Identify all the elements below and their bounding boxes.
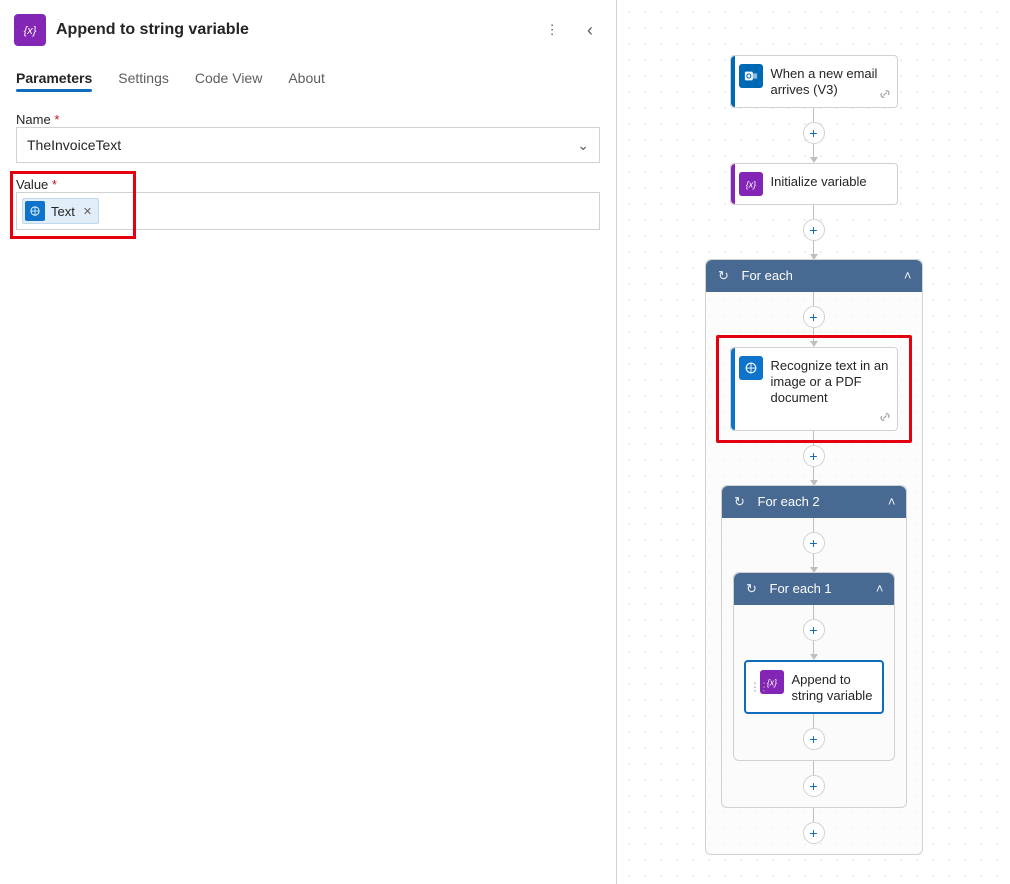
loop-icon: ↻ xyxy=(716,268,732,284)
value-input[interactable]: Text ✕ xyxy=(16,192,600,230)
node-recognize-text[interactable]: Recognize text in an image or a PDF docu… xyxy=(730,347,898,431)
name-select[interactable]: TheInvoiceText ⌄ xyxy=(16,127,600,163)
chevron-up-icon: ˄ xyxy=(888,494,896,509)
name-label: Name * xyxy=(16,112,600,127)
tab-about[interactable]: About xyxy=(288,60,325,98)
parameters-form: Name * TheInvoiceText ⌄ Value * Text ✕ xyxy=(0,98,616,244)
link-icon xyxy=(879,88,891,103)
variable-icon: {x} xyxy=(739,172,763,196)
connector: + xyxy=(803,761,825,797)
flow-root: O When a new email arrives (V3) + {x} In… xyxy=(705,55,923,855)
more-button[interactable]: ⋮ xyxy=(538,16,566,44)
connector: + xyxy=(803,108,825,163)
chevron-up-icon: ˄ xyxy=(876,581,884,596)
for-each-2-title: For each 2 xyxy=(758,494,878,509)
node-init-title: Initialize variable xyxy=(771,172,867,190)
drag-handle-icon[interactable]: ⋮⋮ xyxy=(750,680,768,693)
token-remove-icon[interactable]: ✕ xyxy=(81,205,94,218)
value-label: Value * xyxy=(16,177,600,192)
connector: + xyxy=(803,205,825,260)
field-name: Name * TheInvoiceText ⌄ xyxy=(16,112,600,163)
chevron-left-icon: ‹ xyxy=(587,20,593,41)
collapse-panel-button[interactable]: ‹ xyxy=(576,16,604,44)
connector: + xyxy=(803,431,825,486)
connector: + xyxy=(803,808,825,844)
chevron-up-icon: ˄ xyxy=(904,268,912,283)
add-step-button[interactable]: + xyxy=(803,219,825,241)
node-email-title: When a new email arrives (V3) xyxy=(771,64,889,99)
node-append-title: Append to string variable xyxy=(792,670,874,705)
panel-header: {x} Append to string variable ⋮ ‹ xyxy=(0,0,616,60)
outlook-icon: O xyxy=(739,64,763,88)
tab-parameters[interactable]: Parameters xyxy=(16,60,92,98)
svg-text:{x}: {x} xyxy=(24,25,37,37)
node-append-to-string[interactable]: ⋮⋮ {x} Append to string variable xyxy=(744,660,884,715)
for-each-1-title: For each 1 xyxy=(770,581,866,596)
loop-icon: ↻ xyxy=(744,581,760,597)
connector: + xyxy=(803,714,825,750)
connector: + xyxy=(803,605,825,660)
add-step-button[interactable]: + xyxy=(803,532,825,554)
for-each-1-header[interactable]: ↻ For each 1 ˄ xyxy=(734,573,894,605)
panel-title: Append to string variable xyxy=(56,21,528,39)
tab-settings[interactable]: Settings xyxy=(118,60,169,98)
connector: + xyxy=(803,518,825,573)
name-select-value: TheInvoiceText xyxy=(27,137,121,153)
add-step-button[interactable]: + xyxy=(803,306,825,328)
for-each-header[interactable]: ↻ For each ˄ xyxy=(706,260,922,292)
cv-icon xyxy=(739,356,763,380)
add-step-button[interactable]: + xyxy=(803,775,825,797)
loop-icon: ↻ xyxy=(732,494,748,510)
cv-icon xyxy=(25,201,45,221)
node-for-each-2: ↻ For each 2 ˄ + ↻ For each 1 ˄ xyxy=(721,485,907,809)
add-step-button[interactable]: + xyxy=(803,728,825,750)
variable-icon: {x} xyxy=(14,14,46,46)
field-value: Value * Text ✕ xyxy=(16,177,600,230)
add-step-button[interactable]: + xyxy=(803,619,825,641)
connector: + xyxy=(803,292,825,347)
panel-tabs: Parameters Settings Code View About xyxy=(0,60,616,98)
value-token-text[interactable]: Text ✕ xyxy=(22,198,99,224)
svg-text:{x}: {x} xyxy=(745,179,755,189)
node-recognize-title: Recognize text in an image or a PDF docu… xyxy=(771,356,889,407)
for-each-title: For each xyxy=(742,268,894,283)
recognize-wrapper: Recognize text in an image or a PDF docu… xyxy=(730,347,898,431)
add-step-button[interactable]: + xyxy=(803,122,825,144)
node-for-each-1: ↻ For each 1 ˄ + ⋮⋮ {x} xyxy=(733,572,895,762)
add-step-button[interactable]: + xyxy=(803,445,825,467)
flow-canvas[interactable]: O When a new email arrives (V3) + {x} In… xyxy=(617,0,1010,884)
node-initialize-variable[interactable]: {x} Initialize variable xyxy=(730,163,898,205)
node-email-trigger[interactable]: O When a new email arrives (V3) xyxy=(730,55,898,108)
svg-text:{x}: {x} xyxy=(766,677,776,687)
value-token-label: Text xyxy=(51,204,75,219)
svg-text:O: O xyxy=(746,74,752,81)
chevron-down-icon: ⌄ xyxy=(577,137,589,154)
link-icon xyxy=(879,411,891,426)
properties-panel: {x} Append to string variable ⋮ ‹ Parame… xyxy=(0,0,617,884)
add-step-button[interactable]: + xyxy=(803,822,825,844)
node-for-each: ↻ For each ˄ + Recognize text in an imag… xyxy=(705,259,923,856)
tab-code-view[interactable]: Code View xyxy=(195,60,262,98)
for-each-2-header[interactable]: ↻ For each 2 ˄ xyxy=(722,486,906,518)
more-icon: ⋮ xyxy=(545,22,558,38)
